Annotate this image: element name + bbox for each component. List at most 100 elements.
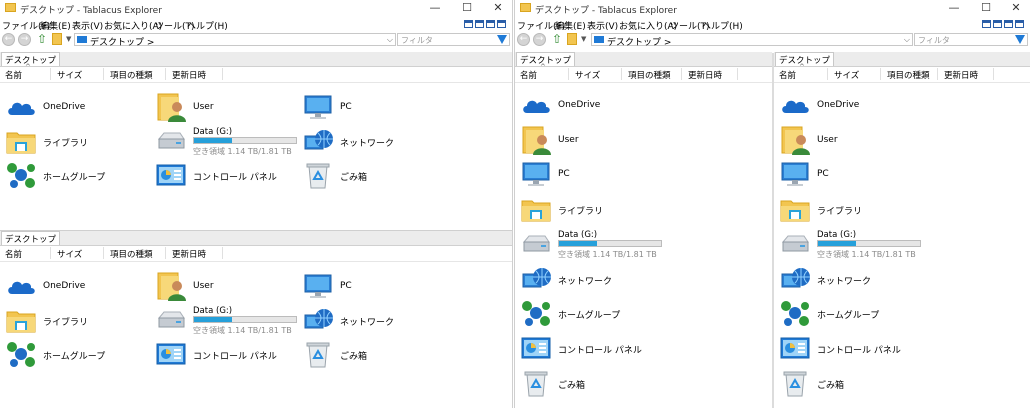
forward-icon[interactable]: → (533, 33, 546, 46)
network-icon (302, 125, 334, 157)
filter-icon[interactable] (497, 35, 507, 44)
pane-left: デスクトップ 名前 ^ サイズ 項目の種類 更新日時 OneDrive User P… (515, 52, 772, 408)
item-recycle[interactable]: ごみ箱 (302, 158, 422, 192)
item-pc[interactable]: PC (302, 90, 422, 124)
column-name[interactable]: 名前 (520, 69, 537, 81)
close-button[interactable]: ✕ (1001, 0, 1030, 16)
address-text: デスクトップ > (607, 38, 672, 48)
layout-vertical-icon[interactable] (486, 20, 495, 28)
item-recycle[interactable]: ごみ箱 (520, 366, 640, 400)
back-icon[interactable]: ← (517, 33, 530, 46)
item-label: ライブラリ (43, 139, 89, 149)
column-name[interactable]: 名前 (5, 248, 22, 260)
item-drive[interactable]: Data (G:) 空き領域 1.14 TB/1.81 TB (155, 303, 305, 337)
layout-horizontal-icon[interactable] (993, 20, 1002, 28)
chevron-down-icon[interactable]: ⌵ (387, 35, 393, 45)
item-pc[interactable]: PC (779, 157, 899, 191)
item-user[interactable]: User (520, 123, 640, 157)
item-onedrive[interactable]: OneDrive (5, 90, 125, 124)
drive-usage-fill (818, 240, 856, 246)
pane-bottom: デスクトップ 名前 サイズ 項目の種類 更新日時 OneDrive User PC ラ… (0, 230, 512, 408)
address-bar[interactable]: デスクトップ > ⌵ (74, 33, 396, 48)
layout-single-icon[interactable] (982, 20, 991, 28)
column-type[interactable]: 項目の種類 (110, 248, 153, 260)
item-homegroup[interactable]: ホームグループ (5, 158, 125, 192)
column-name[interactable]: 名前 (5, 69, 22, 81)
item-control[interactable]: コントロール パネル (520, 331, 642, 365)
item-label: コントロール パネル (558, 345, 642, 356)
back-icon[interactable]: ← (2, 33, 15, 46)
up-icon[interactable]: ⇧ (36, 32, 48, 46)
filter-box[interactable]: フィルタ (397, 33, 510, 46)
drive-usage-bar (193, 316, 297, 323)
column-size[interactable]: サイズ (57, 248, 82, 260)
item-homegroup[interactable]: ホームグループ (520, 296, 640, 330)
column-size[interactable]: サイズ (57, 69, 82, 81)
minimize-button[interactable]: — (939, 0, 969, 16)
item-recycle[interactable]: ごみ箱 (779, 366, 899, 400)
pc-icon (302, 91, 334, 123)
column-modified[interactable]: 更新日時 (172, 248, 206, 260)
column-size[interactable]: サイズ (834, 69, 859, 81)
layout-horizontal-icon[interactable] (475, 20, 484, 28)
item-label: User (193, 102, 214, 112)
item-onedrive[interactable]: OneDrive (520, 88, 640, 122)
history-dropdown-icon[interactable]: ▼ (581, 35, 586, 43)
item-drive[interactable]: Data (G:) 空き領域 1.14 TB/1.81 TB (779, 227, 929, 261)
up-icon[interactable]: ⇧ (551, 32, 563, 46)
history-dropdown-icon[interactable]: ▼ (66, 35, 71, 43)
layout-grid-icon[interactable] (1015, 20, 1024, 28)
folder-nav-icon[interactable] (567, 33, 577, 45)
column-type[interactable]: 項目の種類 (628, 69, 671, 81)
item-user[interactable]: User (155, 90, 275, 124)
layout-grid-icon[interactable] (497, 20, 506, 28)
column-modified[interactable]: 更新日時 (172, 69, 206, 81)
homegroup-icon (5, 159, 37, 191)
item-network[interactable]: ネットワーク (520, 262, 640, 296)
item-user[interactable]: User (779, 123, 899, 157)
item-label: OneDrive (817, 100, 860, 110)
item-library[interactable]: ライブラリ (5, 303, 125, 337)
tab-desktop[interactable]: デスクトップ (1, 231, 61, 245)
column-size[interactable]: サイズ (575, 69, 600, 81)
drive-usage-fill (194, 138, 232, 143)
filter-box[interactable]: フィルタ (914, 33, 1028, 46)
item-homegroup[interactable]: ホームグループ (779, 296, 899, 330)
close-button[interactable]: ✕ (483, 0, 512, 16)
item-onedrive[interactable]: OneDrive (779, 88, 899, 122)
minimize-button[interactable]: — (420, 0, 450, 16)
item-pc[interactable]: PC (520, 157, 640, 191)
item-drive[interactable]: Data (G:) 空き領域 1.14 TB/1.81 TB (155, 124, 305, 158)
item-control[interactable]: コントロール パネル (155, 337, 277, 371)
maximize-button[interactable]: ☐ (452, 0, 482, 16)
column-divider (103, 68, 104, 80)
column-modified[interactable]: 更新日時 (688, 69, 722, 81)
column-type[interactable]: 項目の種類 (887, 69, 930, 81)
filter-icon[interactable] (1015, 35, 1025, 44)
item-user[interactable]: User (155, 269, 275, 303)
layout-single-icon[interactable] (464, 20, 473, 28)
column-modified[interactable]: 更新日時 (944, 69, 978, 81)
item-onedrive[interactable]: OneDrive (5, 269, 125, 303)
item-network[interactable]: ネットワーク (302, 303, 422, 337)
layout-vertical-icon[interactable] (1004, 20, 1013, 28)
chevron-down-icon[interactable]: ⌵ (904, 35, 910, 45)
forward-icon[interactable]: → (18, 33, 31, 46)
item-library[interactable]: ライブラリ (520, 192, 640, 226)
item-network[interactable]: ネットワーク (302, 124, 422, 158)
column-name[interactable]: 名前 (779, 69, 796, 81)
item-pc[interactable]: PC (302, 269, 422, 303)
item-recycle[interactable]: ごみ箱 (302, 337, 422, 371)
item-network[interactable]: ネットワーク (779, 262, 899, 296)
column-type[interactable]: 項目の種類 (110, 69, 153, 81)
address-bar[interactable]: デスクトップ > ⌵ (591, 33, 913, 48)
maximize-button[interactable]: ☐ (971, 0, 1001, 16)
item-library[interactable]: ライブラリ (5, 124, 125, 158)
item-homegroup[interactable]: ホームグループ (5, 337, 125, 371)
item-control[interactable]: コントロール パネル (155, 158, 277, 192)
item-library[interactable]: ライブラリ (779, 192, 899, 226)
folder-nav-icon[interactable] (52, 33, 62, 45)
item-drive[interactable]: Data (G:) 空き領域 1.14 TB/1.81 TB (520, 227, 670, 261)
pc-icon (779, 158, 811, 190)
item-control[interactable]: コントロール パネル (779, 331, 901, 365)
